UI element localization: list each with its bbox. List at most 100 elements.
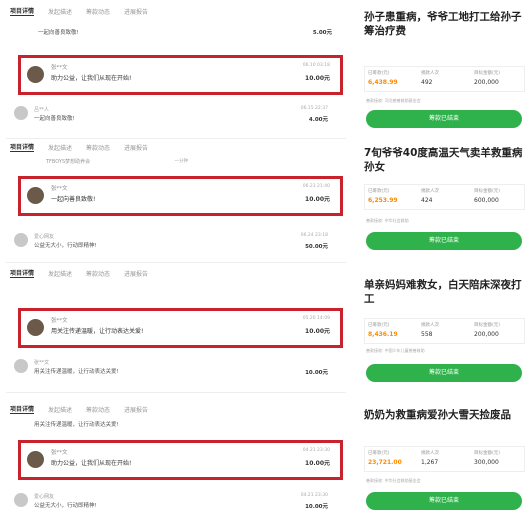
stat-value: 6,253.99 bbox=[368, 197, 398, 204]
donor-name: 爱心网友 bbox=[34, 494, 55, 500]
stat-label: 已筹款(元) bbox=[368, 71, 390, 76]
donation-time: 04.21 23:30 bbox=[300, 493, 328, 498]
tab-fundraising-updates[interactable]: 筹款动态 bbox=[86, 143, 110, 152]
avatar bbox=[27, 451, 44, 468]
recipient-info: 善款接收: 中国少年儿童慈善救助 bbox=[366, 348, 425, 353]
fundraising-ended-button[interactable]: 筹款已结束 bbox=[366, 232, 522, 250]
recipient-info: 善款接收: 中华社会救助 bbox=[366, 218, 409, 223]
campaign-title: 孙子患重病，爷爷工地打工给孙子筹治疗费 bbox=[364, 11, 522, 37]
campaign-stats: 已筹款(元) 8,436.19 捐款人次 558 目标金额(元) 200,000 bbox=[364, 318, 525, 344]
tab-initiator-description[interactable]: 发起描述 bbox=[48, 269, 72, 278]
donation-row: 爱心网友 公益无大小，行动即精神! 06.24 23:18 50.00元 bbox=[6, 230, 338, 252]
donation-row: 一起向善良致敬! 5.00元 bbox=[10, 20, 342, 42]
recipient-info: 善款接收: 中华社会救助基金会 bbox=[366, 478, 421, 483]
stat-value: 200,000 bbox=[474, 331, 499, 338]
tab-fundraising-updates[interactable]: 筹款动态 bbox=[86, 7, 110, 16]
donation-message: 用关注传递温暖，让行动表达关爱! bbox=[34, 422, 119, 428]
stat-value: 8,436.19 bbox=[368, 331, 398, 338]
donor-name: 张**文 bbox=[34, 360, 50, 366]
avatar bbox=[14, 359, 28, 373]
fundraising-ended-button[interactable]: 筹款已结束 bbox=[366, 492, 522, 510]
avatar bbox=[27, 66, 44, 83]
stat-value: 23,721.00 bbox=[368, 459, 402, 466]
donation-records-column: 项目详情 发起描述 筹款动态 进展报告 一起向善良致敬! 5.00元 张**文 … bbox=[0, 0, 352, 527]
tab-progress-report[interactable]: 进展报告 bbox=[124, 7, 148, 16]
stat-target: 目标金额(元) 200,000 bbox=[471, 319, 524, 343]
stat-label: 已筹款(元) bbox=[368, 323, 390, 328]
donation-row: 用关注传递温暖，让行动表达关爱! bbox=[6, 418, 338, 430]
stat-label: 目标金额(元) bbox=[474, 451, 501, 456]
tab-initiator-description[interactable]: 发起描述 bbox=[48, 143, 72, 152]
campaign-card-4: 奶奶为救重病爱孙大雪天捡废品 已筹款(元) 23,721.00 捐款人次 1,267… bbox=[360, 408, 529, 524]
panel-tabs: 项目详情 发起描述 筹款动态 进展报告 bbox=[4, 6, 348, 16]
donation-message: 公益无大小，行动即精神! bbox=[34, 503, 97, 509]
tab-project-details[interactable]: 项目详情 bbox=[10, 142, 35, 152]
tab-initiator-description[interactable]: 发起描述 bbox=[48, 405, 72, 414]
tab-initiator-description[interactable]: 发起描述 bbox=[48, 7, 72, 16]
tab-fundraising-updates[interactable]: 筹款动态 bbox=[86, 269, 110, 278]
stat-label: 捐款人次 bbox=[421, 71, 439, 76]
tab-project-details[interactable]: 项目详情 bbox=[10, 6, 35, 16]
tab-progress-report[interactable]: 进展报告 bbox=[124, 143, 148, 152]
tab-progress-report[interactable]: 进展报告 bbox=[124, 405, 148, 414]
panel-tabs: 项目详情 发起描述 筹款动态 进展报告 bbox=[4, 404, 348, 414]
donation-amount: 10.00元 bbox=[305, 370, 328, 376]
donation-amount: 5.00元 bbox=[312, 30, 332, 36]
divider bbox=[6, 392, 346, 393]
stat-value: 200,000 bbox=[474, 79, 499, 86]
avatar bbox=[27, 187, 44, 204]
fundraising-ended-button[interactable]: 筹款已结束 bbox=[366, 110, 522, 128]
donation-amount: 10.00元 bbox=[305, 460, 330, 467]
donation-message: 一起向善良致敬! bbox=[34, 116, 75, 122]
highlighted-donation: 张**文 用关注传递温暖，让行动表达关爱! 05.20 14:09 10.00元 bbox=[18, 308, 343, 348]
panel-tabs: 项目详情 发起描述 筹款动态 进展报告 bbox=[4, 268, 348, 278]
donation-message: 一起向善良致敬! bbox=[38, 30, 79, 36]
tab-project-details[interactable]: 项目详情 bbox=[10, 268, 35, 278]
donor-name: 张**文 bbox=[51, 450, 68, 456]
donation-amount: 10.00元 bbox=[305, 75, 330, 82]
avatar bbox=[14, 106, 28, 120]
stat-donors: 捐款人次 1,267 bbox=[418, 447, 471, 471]
fundraising-ended-button[interactable]: 筹款已结束 bbox=[366, 364, 522, 382]
donation-amount: 50.00元 bbox=[305, 244, 328, 250]
donor-name: 爱心网友 bbox=[34, 234, 55, 240]
donor-name: TFBOYS梦想助养会 bbox=[46, 159, 91, 165]
campaign-title: 奶奶为救重病爱孙大雪天捡废品 bbox=[364, 409, 511, 421]
avatar bbox=[14, 233, 28, 247]
stat-label: 目标金额(元) bbox=[474, 189, 501, 194]
stat-value: 424 bbox=[421, 197, 433, 204]
divider bbox=[6, 262, 346, 263]
campaign-card-3: 单亲妈妈难救女，白天陪床深夜打工 已筹款(元) 8,436.19 捐款人次 558 … bbox=[360, 278, 529, 394]
donation-row: 张**文 用关注传递温暖，让行动表达关爱! 10.00元 bbox=[6, 356, 338, 378]
recipient-info: 善款接收: 河北慈善救助基金会 bbox=[366, 98, 421, 103]
highlighted-donation: 张**文 助力公益，让我们从现在开始! 04.21 23:30 10.00元 bbox=[18, 440, 343, 480]
campaign-cards-column: 孙子患重病，爷爷工地打工给孙子筹治疗费 已筹款(元) 6,438.99 捐款人次 4… bbox=[360, 0, 529, 527]
stat-target: 目标金额(元) 200,000 bbox=[471, 67, 524, 91]
tab-fundraising-updates[interactable]: 筹款动态 bbox=[86, 405, 110, 414]
panel-tabs: 项目详情 发起描述 筹款动态 进展报告 bbox=[4, 142, 348, 152]
stat-label: 捐款人次 bbox=[421, 323, 439, 328]
donation-message: 助力公益，让我们从现在开始! bbox=[51, 460, 132, 467]
donation-message: 公益无大小，行动即精神! bbox=[34, 243, 97, 249]
stat-raised: 已筹款(元) 6,438.99 bbox=[365, 67, 418, 91]
stat-value: 1,267 bbox=[421, 459, 439, 466]
donation-message: 一起向善良致敬! bbox=[51, 196, 96, 203]
avatar bbox=[27, 319, 44, 336]
donation-time: 06.24 23:18 bbox=[300, 233, 328, 238]
tab-project-details[interactable]: 项目详情 bbox=[10, 404, 35, 414]
stat-label: 已筹款(元) bbox=[368, 451, 390, 456]
stat-raised: 已筹款(元) 23,721.00 bbox=[365, 447, 418, 471]
donor-name: 张**文 bbox=[51, 318, 68, 324]
donation-time: 06.15 22:37 bbox=[300, 106, 328, 111]
stat-label: 捐款人次 bbox=[421, 189, 439, 194]
donation-time: 一分钟 bbox=[174, 159, 189, 164]
stat-label: 捐款人次 bbox=[421, 451, 439, 456]
stat-target: 目标金额(元) 300,000 bbox=[471, 447, 524, 471]
donation-row: 吕**人 一起向善良致敬! 06.15 22:37 4.00元 bbox=[6, 103, 338, 125]
campaign-title: 7旬爷爷40度高温天气卖羊救重病孙女 bbox=[364, 147, 523, 173]
stat-donors: 捐款人次 424 bbox=[418, 185, 471, 209]
tab-progress-report[interactable]: 进展报告 bbox=[124, 269, 148, 278]
donor-name: 张**文 bbox=[51, 186, 68, 192]
stat-value: 600,000 bbox=[474, 197, 499, 204]
donor-name: 张**文 bbox=[51, 65, 68, 71]
